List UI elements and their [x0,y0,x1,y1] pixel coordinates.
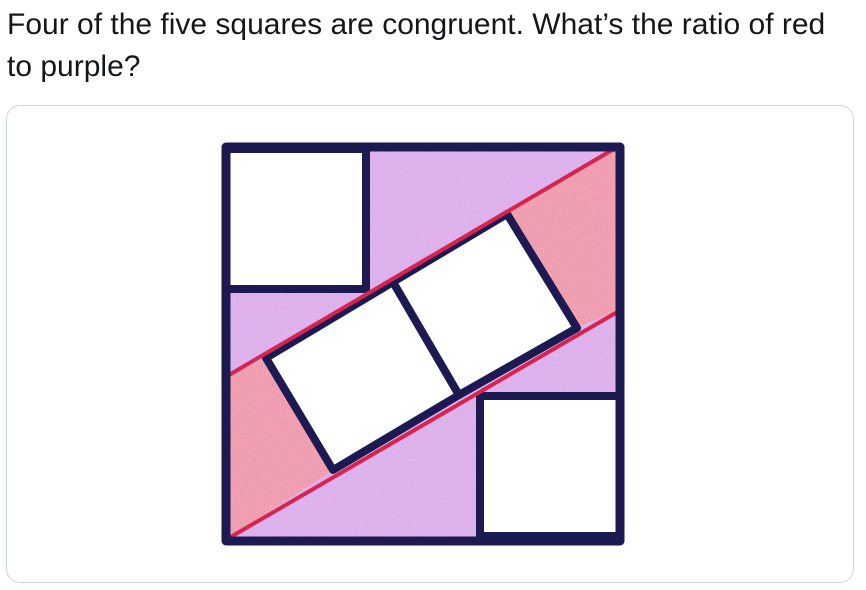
bottom-right-square [476,392,624,540]
square-puzzle-figure [221,142,625,546]
top-left-square [222,145,370,293]
media-card[interactable] [6,105,854,583]
tweet-text: Four of the five squares are congruent. … [7,8,826,83]
